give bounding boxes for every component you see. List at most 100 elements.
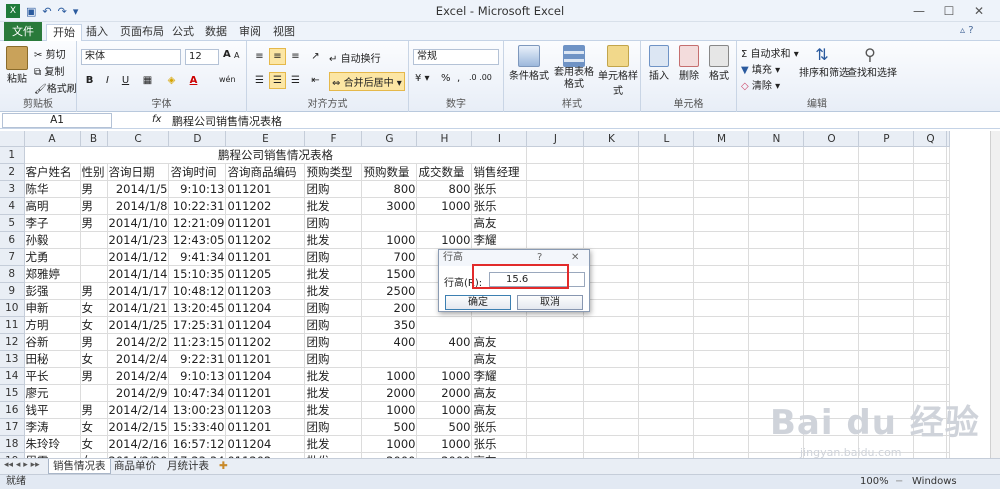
empty-cell[interactable] (693, 401, 750, 420)
empty-cell[interactable] (803, 367, 860, 386)
row-header[interactable]: 10 (0, 299, 25, 318)
empty-cell[interactable] (913, 367, 948, 386)
empty-cell[interactable] (858, 367, 915, 386)
zoom-slider[interactable]: − (895, 475, 903, 489)
data-cell[interactable]: 1000 (416, 435, 473, 454)
empty-cell[interactable] (913, 146, 948, 165)
empty-cell[interactable] (693, 197, 750, 216)
header-cell[interactable]: 咨询时间 (168, 163, 227, 182)
data-cell[interactable]: 1000 (361, 435, 418, 454)
empty-cell[interactable] (526, 214, 585, 233)
empty-cell[interactable] (583, 248, 640, 267)
data-cell[interactable]: 批发 (304, 231, 363, 250)
data-cell[interactable]: 批发 (304, 367, 363, 386)
data-cell[interactable]: 张乐 (471, 197, 528, 216)
empty-cell[interactable] (638, 435, 695, 454)
name-box[interactable]: A1 (2, 113, 112, 128)
align-right-icon[interactable]: ☰ (287, 72, 304, 89)
empty-cell[interactable] (913, 214, 948, 233)
data-cell[interactable]: 男 (80, 401, 108, 420)
data-cell[interactable]: 高友 (471, 333, 528, 352)
empty-cell[interactable] (583, 299, 640, 318)
empty-cell[interactable] (526, 367, 585, 386)
empty-cell[interactable] (913, 265, 948, 284)
data-cell[interactable]: 批发 (304, 401, 363, 420)
select-all-corner[interactable] (0, 131, 25, 148)
column-header[interactable]: L (638, 131, 695, 148)
empty-cell[interactable] (748, 316, 805, 335)
empty-cell[interactable] (693, 214, 750, 233)
empty-cell[interactable] (748, 146, 805, 165)
data-cell[interactable] (416, 214, 473, 233)
data-cell[interactable]: 2014/1/25 (107, 316, 170, 335)
data-cell[interactable]: 团购 (304, 316, 363, 335)
data-cell[interactable]: 500 (361, 418, 418, 437)
row-header[interactable]: 15 (0, 384, 25, 403)
empty-cell[interactable] (913, 197, 948, 216)
empty-cell[interactable] (803, 248, 860, 267)
tab-review[interactable]: 审阅 (233, 24, 267, 41)
row-header[interactable]: 8 (0, 265, 25, 284)
data-cell[interactable]: 1000 (361, 231, 418, 250)
row-header[interactable]: 11 (0, 316, 25, 335)
empty-cell[interactable] (526, 350, 585, 369)
tab-formulas[interactable]: 公式 (166, 24, 200, 41)
data-cell[interactable]: 钱平 (24, 401, 81, 420)
empty-cell[interactable] (803, 146, 860, 165)
empty-cell[interactable] (638, 418, 695, 437)
empty-cell[interactable] (583, 384, 640, 403)
column-header[interactable]: C (107, 131, 170, 148)
row-header[interactable]: 6 (0, 231, 25, 250)
data-cell[interactable]: 011201 (225, 180, 306, 199)
find-select-button[interactable]: ⚲ 查找和选择 (847, 45, 897, 79)
data-cell[interactable]: 尤勇 (24, 248, 81, 267)
minimize-button[interactable]: — (904, 0, 934, 22)
empty-cell[interactable] (803, 299, 860, 318)
empty-cell[interactable] (526, 435, 585, 454)
autosum-button[interactable]: Σ 自动求和 ▾ (741, 45, 799, 60)
format-cells-button[interactable]: 格式 (705, 45, 733, 82)
empty-cell[interactable] (858, 350, 915, 369)
empty-cell[interactable] (858, 265, 915, 284)
column-header[interactable]: O (803, 131, 860, 148)
align-center-icon[interactable]: ☰ (269, 72, 286, 89)
data-cell[interactable]: 011204 (225, 435, 306, 454)
empty-cell[interactable] (638, 350, 695, 369)
empty-cell[interactable] (946, 214, 951, 233)
data-cell[interactable]: 女 (80, 299, 108, 318)
data-cell[interactable]: 2000 (361, 384, 418, 403)
row-header[interactable]: 16 (0, 401, 25, 420)
empty-cell[interactable] (526, 180, 585, 199)
help-icon[interactable]: ▵ ? (960, 25, 974, 36)
empty-cell[interactable] (638, 384, 695, 403)
empty-cell[interactable] (583, 163, 640, 182)
data-cell[interactable]: 团购 (304, 248, 363, 267)
data-cell[interactable]: 2014/1/17 (107, 282, 170, 301)
data-cell[interactable]: 10:22:31 (168, 197, 227, 216)
data-cell[interactable]: 批发 (304, 384, 363, 403)
data-cell[interactable]: 12:21:09 (168, 214, 227, 233)
phonetic-button[interactable]: wén (219, 75, 236, 84)
sheet-tab-monthly[interactable]: 月统计表 (163, 459, 213, 474)
data-cell[interactable]: 1000 (416, 197, 473, 216)
data-cell[interactable]: 200 (361, 299, 418, 318)
data-cell[interactable]: 011202 (225, 197, 306, 216)
data-cell[interactable]: 2014/2/14 (107, 401, 170, 420)
data-cell[interactable]: 高友 (471, 350, 528, 369)
empty-cell[interactable] (638, 197, 695, 216)
empty-cell[interactable] (858, 214, 915, 233)
tab-view[interactable]: 视图 (267, 24, 301, 41)
empty-cell[interactable] (858, 282, 915, 301)
column-header[interactable]: D (168, 131, 227, 148)
data-cell[interactable]: 2014/2/16 (107, 435, 170, 454)
empty-cell[interactable] (638, 214, 695, 233)
data-cell[interactable] (361, 214, 418, 233)
empty-cell[interactable] (693, 163, 750, 182)
data-cell[interactable]: 1000 (416, 401, 473, 420)
data-cell[interactable]: 1000 (416, 231, 473, 250)
italic-button[interactable]: I (99, 72, 116, 89)
data-cell[interactable]: 9:10:13 (168, 180, 227, 199)
empty-cell[interactable] (583, 282, 640, 301)
empty-cell[interactable] (583, 265, 640, 284)
empty-cell[interactable] (803, 163, 860, 182)
